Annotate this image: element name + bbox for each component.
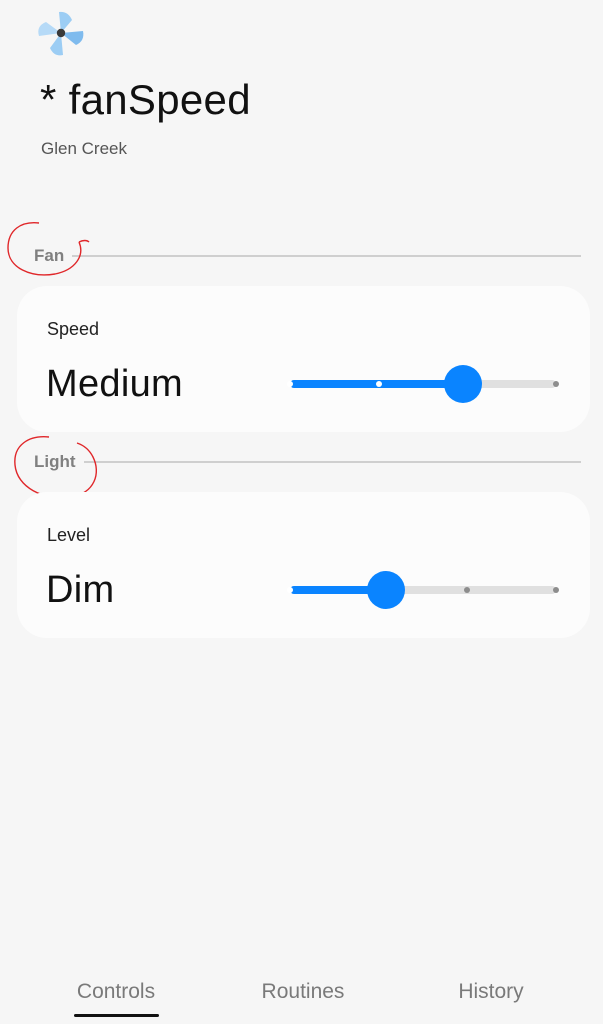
section-divider	[72, 255, 581, 257]
bottom-nav: Controls Routines History	[0, 980, 603, 1024]
section-header-light: Light	[34, 450, 581, 474]
fan-speed-card: Speed Medium	[17, 286, 590, 432]
tab-routines[interactable]: Routines	[262, 980, 345, 1004]
slider-thumb[interactable]	[366, 571, 405, 609]
light-level-slider[interactable]	[287, 571, 559, 609]
section-label-fan: Fan	[34, 246, 65, 265]
speed-value: Medium	[46, 363, 183, 405]
section-divider	[83, 461, 581, 463]
tab-controls[interactable]: Controls	[77, 980, 155, 1004]
fan-speed-slider[interactable]	[287, 365, 559, 403]
slider-thumb[interactable]	[443, 365, 482, 403]
active-tab-indicator	[74, 1014, 159, 1017]
light-level-card: Level Dim	[17, 492, 590, 638]
slider-step-dot[interactable]	[375, 381, 382, 387]
speed-label: Speed	[47, 319, 100, 339]
device-title: * fanSpeed	[40, 76, 251, 123]
level-label: Level	[47, 525, 91, 545]
section-label-light: Light	[34, 452, 76, 471]
device-location: Glen Creek	[41, 139, 127, 158]
slider-step-dot[interactable]	[553, 381, 559, 387]
slider-step-dot[interactable]	[287, 381, 293, 387]
slider-step-dot[interactable]	[287, 587, 293, 593]
pinwheel-fan-icon	[38, 11, 84, 56]
level-value: Dim	[46, 569, 115, 611]
tab-history[interactable]: History	[458, 980, 523, 1004]
slider-step-dot[interactable]	[553, 587, 559, 593]
section-header-fan: Fan	[34, 244, 581, 268]
